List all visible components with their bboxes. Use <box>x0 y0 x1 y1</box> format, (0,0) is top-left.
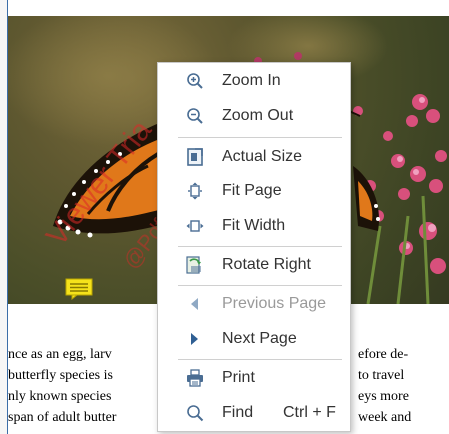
menu-separator <box>178 246 342 247</box>
find-shortcut: Ctrl + F <box>283 404 336 421</box>
menu-item-label: Fit Page <box>222 182 282 199</box>
search-icon <box>186 404 204 422</box>
menu-item-find[interactable]: Find Ctrl + F <box>158 398 350 428</box>
menu-item-label: Print <box>222 369 255 386</box>
menu-item-label: Zoom In <box>222 72 281 89</box>
menu-item-label: Rotate Right <box>222 256 311 273</box>
menu-item-label: Actual Size <box>222 148 303 165</box>
fit-page-icon <box>186 182 204 200</box>
pdf-viewer: nce as an egg, larv efore de- butterfly s… <box>0 0 449 434</box>
menu-item-label: Next Page <box>222 330 297 347</box>
menu-item-previous-page: Previous Page <box>158 289 350 319</box>
menu-item-zoom-in[interactable]: Zoom In <box>158 66 350 96</box>
menu-item-fit-width[interactable]: Fit Width <box>158 211 350 241</box>
menu-separator <box>178 137 342 138</box>
menu-separator <box>178 285 342 286</box>
menu-item-next-page[interactable]: Next Page <box>158 324 350 354</box>
sticky-note-icon[interactable] <box>64 278 96 301</box>
menu-item-label: Find <box>222 404 254 421</box>
page-top-margin <box>8 0 449 16</box>
menu-item-print[interactable]: Print <box>158 363 350 393</box>
menu-separator <box>178 359 342 360</box>
fit-width-icon <box>186 217 204 235</box>
viewer-left-border <box>0 0 8 434</box>
menu-item-actual-size[interactable]: Actual Size <box>158 142 350 172</box>
menu-item-rotate-right[interactable]: Rotate Right <box>158 250 350 280</box>
previous-page-icon <box>186 295 204 313</box>
actual-size-icon <box>186 148 204 166</box>
zoom-out-icon <box>186 107 204 125</box>
menu-item-zoom-out[interactable]: Zoom Out <box>158 101 350 131</box>
menu-item-label: Previous Page <box>222 295 327 312</box>
rotate-right-icon <box>186 256 204 274</box>
printer-icon <box>186 369 204 387</box>
next-page-icon <box>186 330 204 348</box>
zoom-in-icon <box>186 72 204 90</box>
menu-item-label: Fit Width <box>222 217 286 234</box>
menu-item-label: Zoom Out <box>222 107 294 124</box>
menu-item-fit-page[interactable]: Fit Page <box>158 176 350 206</box>
context-menu: Zoom In Zoom Out Actual Size Fit Page Fi… <box>157 62 351 432</box>
